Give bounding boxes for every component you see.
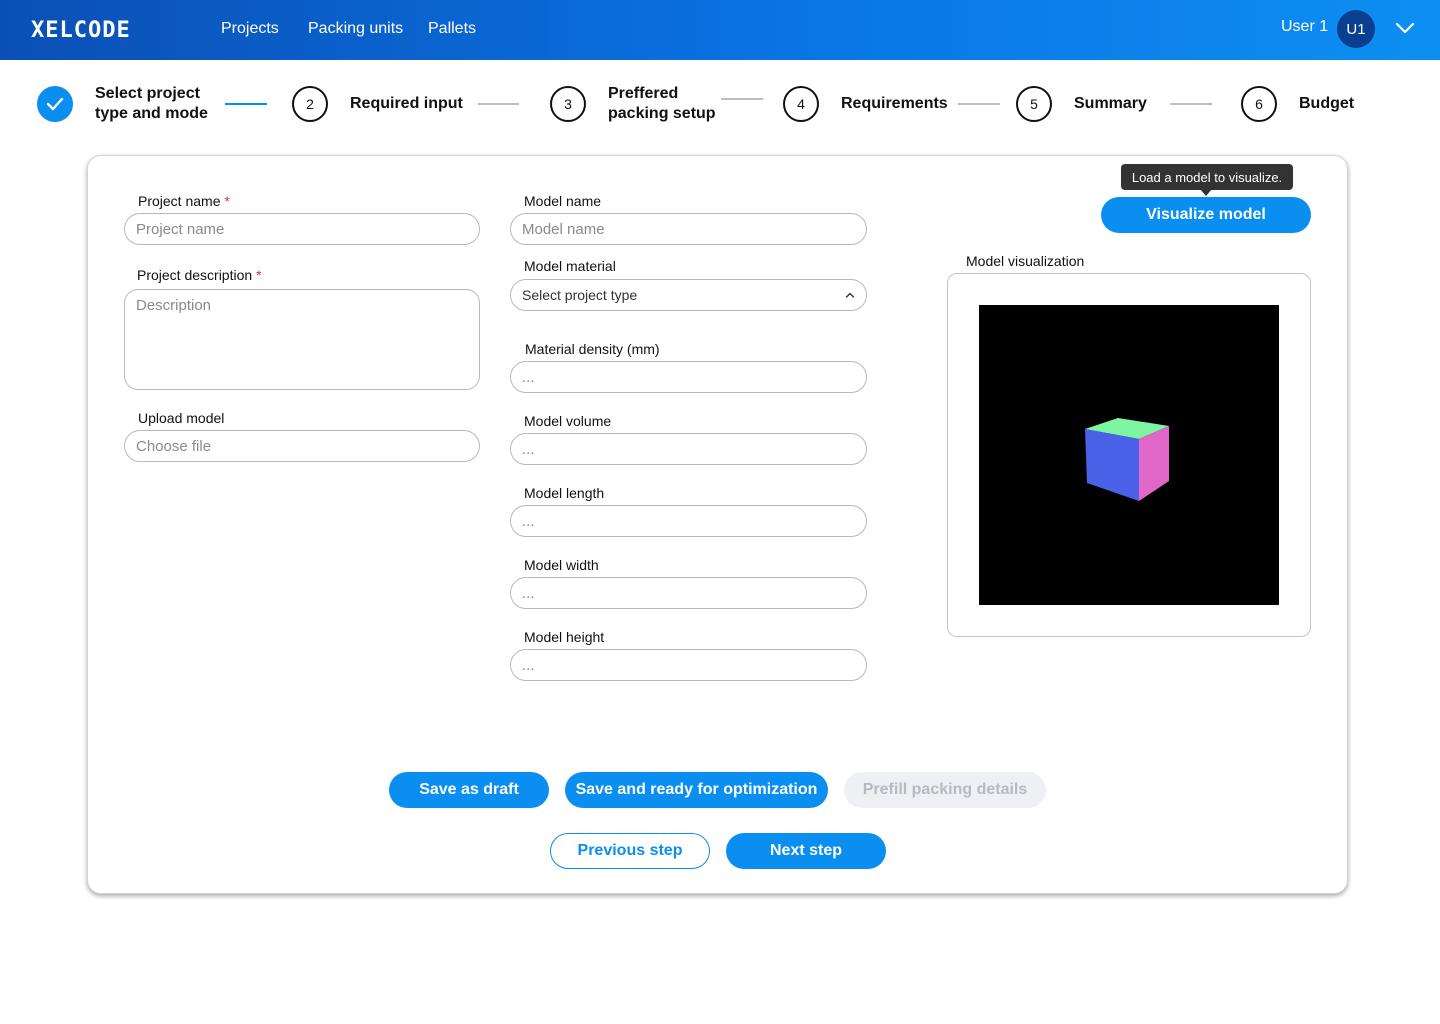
tooltip-arrow	[1200, 189, 1212, 196]
required-mark: *	[224, 193, 230, 209]
visualize-model-button[interactable]: Visualize model	[1101, 197, 1311, 233]
nav-packing-units[interactable]: Packing units	[308, 20, 428, 38]
next-step-button[interactable]: Next step	[726, 833, 886, 869]
model-material-label: Model material	[524, 258, 616, 274]
model-height-input[interactable]: ...	[510, 649, 867, 681]
step-1-label-line2: type and mode	[95, 105, 208, 122]
project-description-label-text: Project description	[137, 267, 253, 283]
step-connector	[1170, 103, 1212, 105]
xelcode-logo[interactable]: XELCODE	[31, 17, 131, 43]
logo-text: XELCODE	[31, 17, 131, 43]
project-name-label: Project name *	[138, 193, 230, 209]
step-connector	[721, 98, 763, 100]
visualize-tooltip: Load a model to visualize.	[1121, 164, 1293, 190]
material-density-input[interactable]: ...	[510, 361, 867, 393]
project-description-label: Project description *	[137, 267, 262, 283]
step-6-label: Budget	[1299, 95, 1355, 112]
model-name-input[interactable]: Model name	[510, 213, 867, 245]
model-visualization-label: Model visualization	[966, 253, 1085, 269]
top-navigation-bar: XELCODE Projects Packing units Pallets U…	[0, 0, 1440, 60]
chevron-up-icon	[845, 292, 855, 298]
nav-pallets[interactable]: Pallets	[428, 20, 476, 38]
step-1-label: Select project type and mode	[95, 84, 208, 124]
project-name-label-text: Project name	[138, 193, 221, 209]
cube-side-face	[1139, 426, 1169, 501]
step-3-label-line1: Preffered	[608, 85, 679, 102]
step-3-label-line2: packing setup	[608, 105, 716, 122]
step-1-label-line1: Select project	[95, 85, 200, 102]
step-connector	[958, 103, 1000, 105]
model-visualization-canvas[interactable]	[979, 305, 1279, 605]
model-material-value: Select project type	[522, 287, 638, 303]
model-name-label: Model name	[524, 193, 602, 209]
step-5-label: Summary	[1074, 95, 1147, 112]
step-3-label: Preffered packing setup	[608, 84, 716, 124]
project-description-textarea[interactable]: Description	[124, 289, 480, 390]
upload-model-file-input[interactable]: Choose file	[124, 430, 480, 462]
step-connector	[478, 103, 519, 105]
step-2-label: Required input	[350, 95, 463, 112]
step-connector	[225, 103, 267, 105]
model-volume-input[interactable]: ...	[510, 433, 867, 465]
save-draft-button[interactable]: Save as draft	[389, 772, 549, 808]
prefill-packing-button[interactable]: Prefill packing details	[844, 772, 1046, 808]
avatar[interactable]: U1	[1337, 10, 1375, 48]
model-material-select[interactable]: Select project type	[510, 279, 867, 311]
required-mark: *	[256, 267, 262, 283]
step-5-circle[interactable]: 5	[1016, 86, 1052, 122]
model-width-label: Model width	[524, 557, 599, 573]
main-nav: Projects Packing units Pallets	[221, 20, 476, 38]
save-ready-button[interactable]: Save and ready for optimization	[565, 772, 828, 808]
project-name-input[interactable]: Project name	[124, 213, 480, 245]
nav-projects[interactable]: Projects	[221, 20, 308, 38]
cube-model-icon	[1085, 418, 1169, 501]
step-6-circle[interactable]: 6	[1241, 86, 1277, 122]
chevron-down-icon[interactable]	[1395, 20, 1415, 36]
previous-step-button[interactable]: Previous step	[550, 833, 710, 869]
material-density-label: Material density (mm)	[525, 341, 660, 357]
step-2-circle[interactable]: 2	[292, 86, 328, 122]
model-length-input[interactable]: ...	[510, 505, 867, 537]
model-height-label: Model height	[524, 629, 605, 645]
checkmark-icon	[46, 97, 64, 111]
upload-model-label: Upload model	[138, 410, 225, 426]
step-3-circle[interactable]: 3	[550, 86, 586, 122]
user-name: User 1	[1281, 18, 1329, 35]
step-1-done[interactable]	[37, 86, 73, 122]
cube-front-face	[1085, 429, 1139, 501]
step-4-circle[interactable]: 4	[783, 86, 819, 122]
model-length-label: Model length	[524, 485, 605, 501]
step-4-label: Requirements	[841, 95, 948, 112]
model-volume-label: Model volume	[524, 413, 612, 429]
model-width-input[interactable]: ...	[510, 577, 867, 609]
